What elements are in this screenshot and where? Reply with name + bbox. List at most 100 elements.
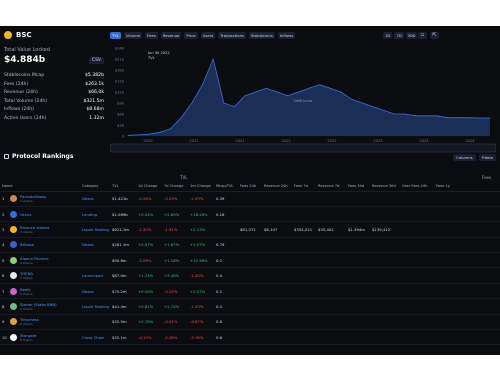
column-header[interactable]: 1d Change xyxy=(136,182,162,192)
category-cell[interactable]: Liquid Staking xyxy=(80,298,110,315)
protocol-name-link[interactable]: BiSwap xyxy=(20,242,34,247)
toggle-fees[interactable]: Fees xyxy=(145,32,158,39)
toggle-stablecoins[interactable]: Stablecoins xyxy=(248,32,275,39)
protocol-cell[interactable]: 6 THENA 2 chains xyxy=(0,267,80,284)
cell-uf xyxy=(400,298,434,315)
x-tick-label: 2021 xyxy=(189,139,198,143)
protocol-cell[interactable]: 2 Venus xyxy=(0,206,80,223)
protocol-name-link[interactable]: Venus xyxy=(20,212,31,217)
chain-summary: BSC Total Value Locked $4.884b CSV Stabl… xyxy=(0,26,500,153)
tvl-point xyxy=(329,87,331,89)
protocol-cell[interactable]: 4 BiSwap xyxy=(0,237,80,254)
cell-uf xyxy=(400,237,434,254)
column-header[interactable]: 7d Change xyxy=(162,182,188,192)
protocol-logo-icon xyxy=(10,225,17,233)
cell-f7 xyxy=(292,237,316,254)
toggle-inflows[interactable]: Inflows xyxy=(277,32,296,39)
protocol-logo-icon xyxy=(10,210,17,218)
protocol-cell[interactable]: 9 Tranchess 2 chains xyxy=(0,314,80,331)
cell-r30 xyxy=(370,237,400,254)
protocol-cell[interactable]: 3 Binance staked 2 chains xyxy=(0,221,80,238)
table-row[interactable]: 7 Beefy 5 chains Dexes $75.2m +0.55% -0.25% +2.… xyxy=(0,283,500,300)
tvl-point xyxy=(319,84,321,86)
table-row[interactable]: 5 Alpaca Finance 3 chains $90.6m -2.06% +1.18… xyxy=(0,252,500,269)
tool-filters-button[interactable]: Filters xyxy=(478,154,496,161)
table-row[interactable]: 4 BiSwap Dexes $281.1m +0.97% +1.67% +1.07% 0.7… xyxy=(0,237,500,254)
column-header[interactable]: Revenue 7d xyxy=(316,182,346,192)
table-row[interactable]: 8 Stader (Stake BNB) 2 chains Liquid Stakin… xyxy=(0,298,500,315)
column-header[interactable]: TVL xyxy=(110,182,136,192)
tvl-point xyxy=(287,95,289,97)
embed-icon[interactable]: ▫ xyxy=(418,32,427,39)
cell-f7: $354,021 xyxy=(292,221,316,238)
chain-overview-panel: BSC Total Value Locked $4.884b CSV Stabl… xyxy=(4,30,104,124)
table-row[interactable]: 3 Binance staked 2 chains Liquid Staking $62… xyxy=(0,221,500,238)
toggle-price[interactable]: Price xyxy=(184,32,198,39)
cell-r30 xyxy=(370,283,400,300)
column-header[interactable]: Category xyxy=(80,182,110,192)
toggle-transactions[interactable]: Transactions xyxy=(218,32,246,39)
protocol-cell[interactable]: 7 Beefy 5 chains xyxy=(0,283,80,300)
category-cell[interactable] xyxy=(80,314,110,331)
cell-r30 xyxy=(370,298,400,315)
csv-download-button[interactable]: CSV xyxy=(88,56,104,64)
toggle-revenue[interactable]: Revenue xyxy=(160,32,182,39)
table-row[interactable]: 1 PancakeSwap 3 chains Dexes $1.421b -0.26% -3… xyxy=(0,191,500,207)
chart-metric-toggles: TVL Volume Fees Revenue Price Users Transactio… xyxy=(110,32,296,39)
row-index: 5 xyxy=(2,257,5,263)
column-header[interactable]: Fees 7d xyxy=(292,182,316,192)
column-header[interactable]: Fees 24h xyxy=(238,182,262,192)
category-cell[interactable] xyxy=(80,252,110,269)
tvl-value: $4.884b xyxy=(4,55,46,65)
cell-r7 xyxy=(316,206,346,223)
tvl-point xyxy=(244,95,246,97)
table-row[interactable]: 9 Tranchess 2 chains $32.5m +0.78% -0.01% -9.8… xyxy=(0,314,500,331)
cell-d1: -1.30% xyxy=(136,221,162,238)
column-header[interactable]: Revenue 24h xyxy=(262,182,292,192)
rankings-icon xyxy=(4,154,9,159)
cell-r24 xyxy=(262,329,292,346)
column-header[interactable]: Revenue 30d xyxy=(370,182,400,192)
fullscreen-icon[interactable]: ⇱ xyxy=(430,32,439,39)
period-30d[interactable]: 30D xyxy=(405,32,418,39)
toggle-tvl[interactable]: TVL xyxy=(110,32,122,39)
column-header[interactable]: 1m Change xyxy=(188,182,214,192)
cell-r30 xyxy=(370,252,400,269)
x-tick-label: 2022 xyxy=(281,139,290,143)
toggle-users[interactable]: Users xyxy=(200,32,216,39)
period-1d[interactable]: 1D xyxy=(383,32,393,39)
category-cell[interactable]: Dexes xyxy=(80,191,110,207)
category-cell[interactable]: Dexes xyxy=(80,283,110,300)
row-index: 10 xyxy=(2,334,7,340)
category-cell[interactable]: Liquid Staking xyxy=(80,221,110,238)
tvl-chart[interactable]: $24b $21b $18b $15b $12b $9b $6b $3b 0 2020 2021 20… xyxy=(110,40,496,160)
tvl-point xyxy=(468,117,470,119)
toggle-volume[interactable]: Volume xyxy=(124,32,143,39)
cell-r30 xyxy=(370,267,400,284)
category-cell[interactable]: Lending xyxy=(80,206,110,223)
period-7d[interactable]: 7D xyxy=(394,32,404,39)
column-header[interactable]: Name xyxy=(0,182,80,192)
tool-columns-button[interactable]: Columns xyxy=(453,154,476,161)
column-header[interactable]: Fees 1y xyxy=(434,182,500,192)
category-cell[interactable]: Cross Chain xyxy=(80,329,110,346)
table-row[interactable]: 2 Venus Lending $1.069b +0.54% +2.89% +18.26% 0… xyxy=(0,206,500,223)
column-header[interactable]: User Fees 24h xyxy=(400,182,434,192)
rankings-table: Name Category TVL 1d Change 7d Change 1m Chan… xyxy=(0,182,500,346)
chart-watermark: DefiLlama xyxy=(294,99,312,103)
y-tick-label: $9b xyxy=(117,102,125,106)
protocol-cell[interactable]: 5 Alpaca Finance 3 chains xyxy=(0,252,80,269)
cell-d1: +0.55% xyxy=(136,283,162,300)
column-header[interactable]: Fees 30d xyxy=(346,182,370,192)
tvl-point xyxy=(457,117,459,119)
protocol-cell[interactable]: 8 Stader (Stake BNB) 2 chains xyxy=(0,298,80,315)
category-cell[interactable]: Launchpad xyxy=(80,267,110,284)
protocol-cell[interactable]: 1 PancakeSwap 3 chains xyxy=(0,191,80,207)
table-row[interactable]: 10 Stargate 8 chains Cross Chain $32.1m -0.15… xyxy=(0,329,500,346)
protocol-cell[interactable]: 10 Stargate 8 chains xyxy=(0,329,80,346)
category-cell[interactable]: Dexes xyxy=(80,237,110,254)
cell-f30 xyxy=(346,267,370,284)
row-index: 6 xyxy=(2,273,5,279)
column-header[interactable]: Mcap/TVL xyxy=(214,182,238,192)
table-row[interactable]: 6 THENA 2 chains Launchpad $87.0m +1.74% +3.46… xyxy=(0,267,500,284)
